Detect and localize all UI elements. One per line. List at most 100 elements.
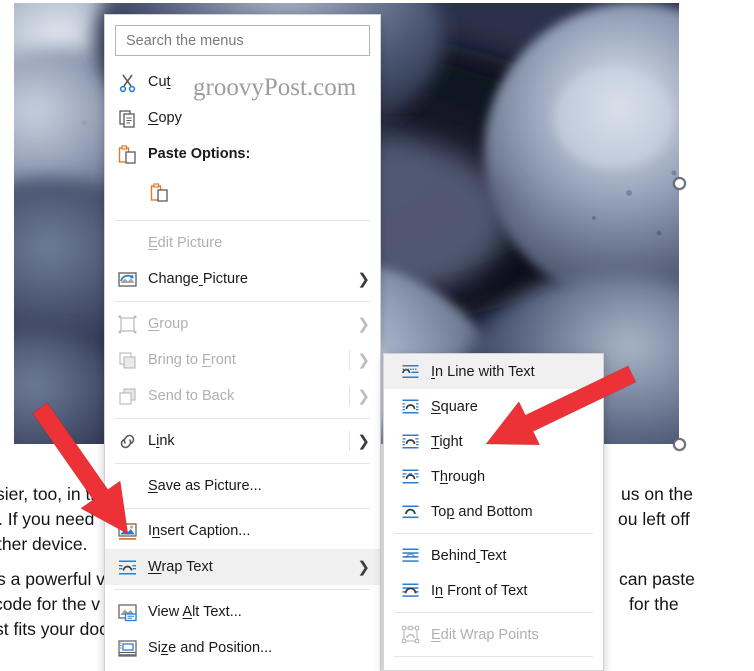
wrap-option-square[interactable]: Square xyxy=(384,389,603,424)
wrap-option-label: Behind Text xyxy=(431,547,507,564)
wrap-option-edit-wrap-points: Edit Wrap Points xyxy=(384,617,603,652)
menu-item-edit-picture: Edit Picture xyxy=(105,225,380,261)
menu-item-label: Send to Back xyxy=(148,388,235,404)
menu-separator xyxy=(115,418,370,419)
search-menus-input[interactable] xyxy=(115,25,370,56)
edit-wrap-points-icon xyxy=(396,624,424,646)
menu-item-label: Link xyxy=(148,433,175,449)
document-text-line: for the xyxy=(629,594,679,614)
menu-item-size-and-position[interactable]: Size and Position... xyxy=(105,630,380,666)
menu-item-format-picture[interactable]: Format Picture... xyxy=(105,666,380,671)
document-text-line: sier, too, in the xyxy=(0,484,110,504)
wrap-text-submenu-items: In Line with Text Square Tight Through T… xyxy=(384,354,603,671)
context-menu-items: Cut Copy Paste Options: Edit Picture Cha… xyxy=(105,64,380,671)
submenu-divider xyxy=(349,386,350,406)
wrap-square-icon xyxy=(396,396,424,418)
document-text-line: s a powerful v xyxy=(0,569,105,589)
paste-option-keep-source-formatting[interactable] xyxy=(105,172,380,216)
menu-separator xyxy=(115,220,370,221)
menu-item-label: View Alt Text... xyxy=(148,604,242,620)
submenu-divider xyxy=(349,350,350,370)
menu-separator xyxy=(394,656,593,657)
wrap-option-tight[interactable]: Tight xyxy=(384,424,603,459)
selection-handle-bottom-right[interactable] xyxy=(673,438,686,451)
menu-item-label: Insert Caption... xyxy=(148,523,251,539)
wrap-option-label: In Line with Text xyxy=(431,363,535,380)
chevron-right-icon: ❯ xyxy=(357,432,370,450)
menu-separator xyxy=(115,463,370,464)
chevron-right-icon: ❯ xyxy=(357,315,370,333)
menu-item-label: Group xyxy=(148,316,189,332)
menu-item-link[interactable]: Link ❯ xyxy=(105,423,380,459)
wrap-option-label: Square xyxy=(431,398,478,415)
wrap-option-in-line-with-text[interactable]: In Line with Text xyxy=(384,354,603,389)
menu-separator xyxy=(115,508,370,509)
paste-keep-source-icon[interactable] xyxy=(149,182,170,207)
no-icon xyxy=(113,232,141,254)
search-the-menus-container xyxy=(105,15,380,64)
chevron-right-icon: ❯ xyxy=(357,558,370,576)
chevron-right-icon: ❯ xyxy=(357,387,370,405)
wrap-option-move-with-text: Move with Text xyxy=(384,661,603,671)
document-text-line: us on the xyxy=(621,484,693,504)
copy-icon xyxy=(113,107,141,129)
wrap-front-icon xyxy=(396,580,424,602)
menu-item-wrap-text[interactable]: Wrap Text ❯ xyxy=(105,549,380,585)
menu-item-view-alt-text[interactable]: View Alt Text... xyxy=(105,594,380,630)
menu-item-copy[interactable]: Copy xyxy=(105,100,380,136)
group-icon xyxy=(113,313,141,335)
wrap-option-through[interactable]: Through xyxy=(384,459,603,494)
submenu-divider xyxy=(349,431,350,451)
wrap-text-icon xyxy=(113,556,141,578)
menu-item-label: Paste Options: xyxy=(148,146,251,162)
menu-separator xyxy=(394,533,593,534)
wrap-option-label: In Front of Text xyxy=(431,582,528,599)
menu-item-bring-to-front: Bring to Front ❯ xyxy=(105,342,380,378)
word-document-window: sier, too, in the . If you need ther devic… xyxy=(0,0,754,671)
insert-caption-icon xyxy=(113,520,141,542)
menu-separator xyxy=(115,589,370,590)
selection-handle-middle-right[interactable] xyxy=(673,177,686,190)
watermark-text: groovyPost.com xyxy=(193,74,357,101)
document-text-line: ther device. xyxy=(0,534,88,554)
menu-item-send-to-back: Send to Back ❯ xyxy=(105,378,380,414)
menu-item-save-as-picture[interactable]: Save as Picture... xyxy=(105,468,380,504)
document-text-line: ou left off xyxy=(618,509,690,529)
document-text-line: . If you need xyxy=(0,509,95,529)
menu-item-label: Copy xyxy=(148,110,182,126)
scissors-icon xyxy=(113,71,141,93)
picture-context-menu[interactable]: Cut Copy Paste Options: Edit Picture Cha… xyxy=(104,14,381,671)
link-icon xyxy=(113,430,141,452)
alt-text-icon xyxy=(113,601,141,623)
menu-item-insert-caption[interactable]: Insert Caption... xyxy=(105,513,380,549)
wrap-text-submenu[interactable]: In Line with Text Square Tight Through T… xyxy=(383,353,604,671)
clipboard-icon xyxy=(113,143,141,165)
menu-item-change-picture[interactable]: Change Picture ❯ xyxy=(105,261,380,297)
wrap-option-label: Tight xyxy=(431,433,463,450)
wrap-behind-icon xyxy=(396,545,424,567)
wrap-topbottom-icon xyxy=(396,501,424,523)
menu-item-label: Size and Position... xyxy=(148,640,273,656)
document-text-line: can paste xyxy=(619,569,695,589)
menu-item-paste-options: Paste Options: xyxy=(105,136,380,172)
size-position-icon xyxy=(113,637,141,659)
menu-item-label: Wrap Text xyxy=(148,559,213,575)
menu-separator xyxy=(394,612,593,613)
send-back-icon xyxy=(113,385,141,407)
change-picture-icon xyxy=(113,268,141,290)
no-icon xyxy=(113,475,141,497)
wrap-tight-icon xyxy=(396,431,424,453)
chevron-right-icon: ❯ xyxy=(357,351,370,369)
menu-item-label: Change Picture xyxy=(148,271,248,287)
wrap-option-in-front-of-text[interactable]: In Front of Text xyxy=(384,573,603,608)
wrap-option-top-and-bottom[interactable]: Top and Bottom xyxy=(384,494,603,529)
menu-item-group: Group ❯ xyxy=(105,306,380,342)
menu-separator xyxy=(115,301,370,302)
wrap-option-label: Through xyxy=(431,468,486,485)
wrap-option-behind-text[interactable]: Behind Text xyxy=(384,538,603,573)
chevron-right-icon: ❯ xyxy=(357,270,370,288)
menu-item-label: Bring to Front xyxy=(148,352,236,368)
document-text-line: st fits your doc xyxy=(0,619,108,639)
wrap-inline-icon xyxy=(396,361,424,383)
no-icon xyxy=(396,668,424,671)
